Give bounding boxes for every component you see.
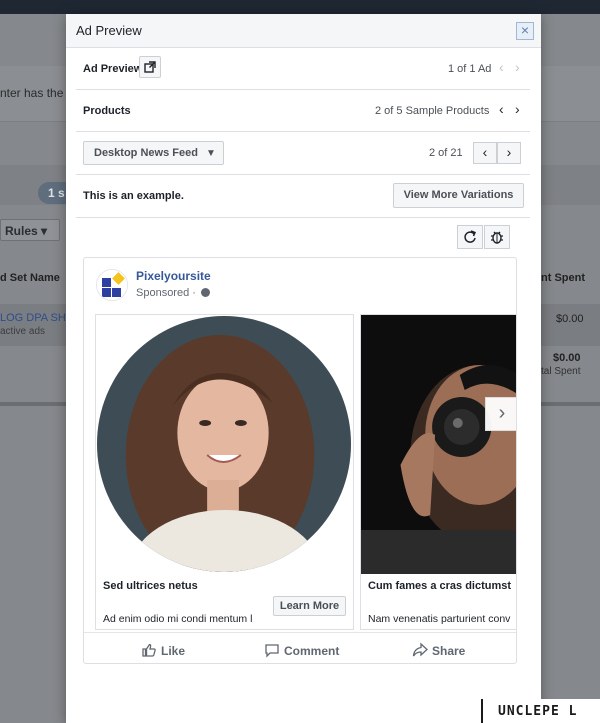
product-image-woman [96,315,353,574]
background-row-link: LOG DPA SHO [0,312,75,324]
background-row-subtext: active ads [0,326,46,337]
product-carousel: Sed ultrices netus Learn More Ad enim od… [95,314,516,632]
comment-icon [265,644,279,658]
chevron-left-icon: ‹ [482,144,488,160]
background-column-amount-spent: nt Spent [541,272,585,284]
chevron-right-icon: › [506,144,512,160]
refresh-icon [464,230,476,243]
carousel-next-button[interactable]: › [485,397,516,431]
open-external-button[interactable] [139,56,161,78]
view-more-variations-button[interactable]: View More Variations [393,183,524,208]
products-label: Products [83,105,131,117]
carousel-card[interactable]: Sed ultrices netus Learn More Ad enim od… [95,314,354,630]
prev-product-button[interactable]: ‹ [499,102,504,116]
chevron-left-icon: ‹ [499,59,504,75]
background-column-ad-set-name: d Set Name [0,272,60,284]
chevron-right-icon: › [515,101,520,117]
product-image-photographer [361,315,516,574]
prev-placement-button[interactable]: ‹ [473,142,497,164]
card-title: Cum fames a cras dictumst [368,580,512,592]
next-product-button[interactable]: › [515,102,520,116]
card-description: Nam venenatis parturient conv [368,613,511,625]
background-total-amount: $0.00 [553,352,581,364]
dropdown-caret-icon: ▼ [206,148,216,159]
background-row-amount: $0.00 [556,313,584,325]
background-rules-button: Rules ▾ [0,219,60,241]
thumbs-up-icon [142,643,156,657]
sponsored-label: Sponsored · [136,287,210,299]
pixelyoursite-logo-icon [97,270,127,300]
like-button[interactable]: Like [141,642,185,658]
refresh-button[interactable] [457,225,483,249]
dialog-title: Ad Preview [76,23,142,38]
share-button[interactable]: Share [412,642,465,658]
example-text: This is an example. [83,190,184,202]
placement-dropdown-label: Desktop News Feed [94,147,198,159]
page-logo[interactable] [96,269,128,301]
close-button[interactable]: × [516,22,534,40]
ad-preview-dialog: Ad Preview × Ad Preview 1 of 1 Ad ‹ › Pr… [66,14,541,723]
next-placement-button[interactable]: › [497,142,521,164]
share-icon [412,642,428,657]
ad-count: 1 of 1 Ad [448,63,492,75]
card-title: Sed ultrices netus [103,580,198,592]
chevron-right-icon: › [498,402,506,424]
background-top-bar [0,0,600,14]
page-name-link[interactable]: Pixelyoursite [136,269,211,283]
carousel-card[interactable]: Cum fames a cras dictumst Nam venenatis … [360,314,516,630]
placement-dropdown[interactable]: Desktop News Feed ▼ [83,141,224,165]
card-description: Ad enim odio mi condi mentum l [103,613,253,625]
ad-action-bar: Like Comment Share [84,632,516,663]
ad-preview-card: Pixelyoursite Sponsored · Sed ultrices n… [83,257,517,664]
report-bug-button[interactable] [484,225,510,249]
products-count: 2 of 5 Sample Products [375,105,490,117]
prev-ad-button[interactable]: ‹ [499,60,504,74]
chevron-right-icon: › [515,59,520,75]
next-ad-button[interactable]: › [515,60,520,74]
close-icon: × [520,22,530,38]
external-link-icon [144,61,156,73]
comment-button[interactable]: Comment [264,642,339,658]
placement-count: 2 of 21 [429,147,463,159]
watermark-logo: UNCLEPE L [481,699,600,723]
background-total-label: tal Spent [541,366,581,377]
globe-icon [201,288,210,297]
dialog-header: Ad Preview × [66,14,541,48]
learn-more-button[interactable]: Learn More [273,596,346,616]
bug-icon [491,231,503,244]
ad-preview-label: Ad Preview [83,63,143,75]
chevron-left-icon: ‹ [499,101,504,117]
